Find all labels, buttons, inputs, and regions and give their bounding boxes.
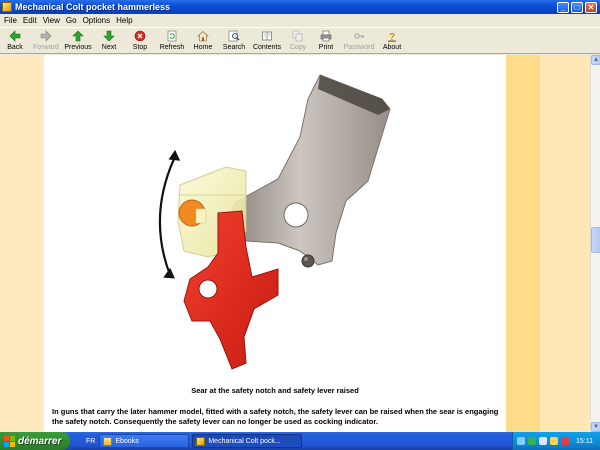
windows-logo-icon <box>4 435 15 447</box>
password-button[interactable]: Password <box>340 28 378 51</box>
task-mechanical-colt[interactable]: Mechanical Colt pock... <box>192 434 303 448</box>
right-margin-band-light <box>540 55 590 432</box>
menu-go[interactable]: Go <box>66 16 77 25</box>
security-icon[interactable] <box>561 437 569 445</box>
down-arrow-icon <box>103 30 115 42</box>
task-ebooks[interactable]: Ebooks <box>99 434 190 448</box>
copy-button[interactable]: Copy <box>284 28 312 51</box>
vertical-scrollbar[interactable]: ▲ ▼ <box>590 55 600 432</box>
hammer-pivot-hole <box>283 202 309 228</box>
previous-button[interactable]: Previous <box>62 28 94 51</box>
content-pane[interactable]: Sear at the safety notch and safety leve… <box>0 55 590 432</box>
home-button[interactable]: Home <box>188 28 218 51</box>
menu-help[interactable]: Help <box>116 16 132 25</box>
folder-icon <box>103 436 113 446</box>
close-button[interactable]: ✕ <box>585 1 597 13</box>
back-arrow-icon <box>9 30 21 42</box>
menu-view[interactable]: View <box>43 16 60 25</box>
figure-caption: Sear at the safety notch and safety leve… <box>191 386 359 395</box>
forward-arrow-icon <box>40 30 52 42</box>
mechanism-illustration <box>158 74 391 370</box>
antivirus-icon[interactable] <box>528 437 536 445</box>
system-tray: 15:11 <box>512 432 600 450</box>
menu-options[interactable]: Options <box>83 16 111 25</box>
scroll-down-button[interactable]: ▼ <box>591 422 600 432</box>
contents-button[interactable]: Contents <box>250 28 284 51</box>
language-indicator[interactable]: FR <box>86 438 95 445</box>
question-mark-icon: ? <box>386 30 398 42</box>
scroll-up-button[interactable]: ▲ <box>591 55 600 65</box>
next-button[interactable]: Next <box>94 28 124 51</box>
left-margin-band <box>0 55 44 432</box>
about-button[interactable]: ? About <box>378 28 406 51</box>
search-button[interactable]: Search <box>218 28 250 51</box>
rotation-arrow <box>158 158 176 276</box>
clock: 15:11 <box>576 437 593 445</box>
back-button[interactable]: Back <box>0 28 30 51</box>
menu-file[interactable]: File <box>4 16 17 25</box>
update-icon[interactable] <box>550 437 558 445</box>
taskbar: démarrer FR Ebooks Mechanical Colt pock.… <box>0 432 600 450</box>
refresh-icon <box>166 30 178 42</box>
hammer-strut-pin <box>301 254 315 268</box>
help-book-icon <box>196 436 206 446</box>
search-icon <box>228 30 240 42</box>
start-button[interactable]: démarrer <box>0 432 70 450</box>
up-arrow-icon <box>72 30 84 42</box>
right-margin-band-dark <box>506 55 540 432</box>
stop-icon <box>134 30 146 42</box>
book-icon <box>261 30 273 42</box>
network-icon[interactable] <box>517 437 525 445</box>
stop-button[interactable]: Stop <box>124 28 156 51</box>
body-paragraph: In guns that carry the later hammer mode… <box>52 407 499 426</box>
key-icon <box>353 30 365 42</box>
printer-icon <box>320 30 332 42</box>
menu-edit[interactable]: Edit <box>23 16 37 25</box>
copy-icon <box>292 30 304 42</box>
title-bar[interactable]: Mechanical Colt pocket hammerless _ □ ✕ <box>0 0 600 14</box>
window-title: Mechanical Colt pocket hammerless <box>15 2 171 12</box>
sear-pivot-hole <box>198 279 218 299</box>
forward-button[interactable]: Forward <box>30 28 62 51</box>
home-icon <box>197 30 209 42</box>
minimize-button[interactable]: _ <box>557 1 569 13</box>
volume-icon[interactable] <box>539 437 547 445</box>
toolbar: Back Forward Previous Next Stop Refresh … <box>0 27 600 54</box>
app-icon <box>2 2 12 12</box>
maximize-button[interactable]: □ <box>571 1 583 13</box>
print-button[interactable]: Print <box>312 28 340 51</box>
refresh-button[interactable]: Refresh <box>156 28 188 51</box>
menu-bar: File Edit View Go Options Help <box>0 14 600 27</box>
help-window: Mechanical Colt pocket hammerless _ □ ✕ … <box>0 0 600 432</box>
scroll-thumb[interactable] <box>591 227 600 253</box>
